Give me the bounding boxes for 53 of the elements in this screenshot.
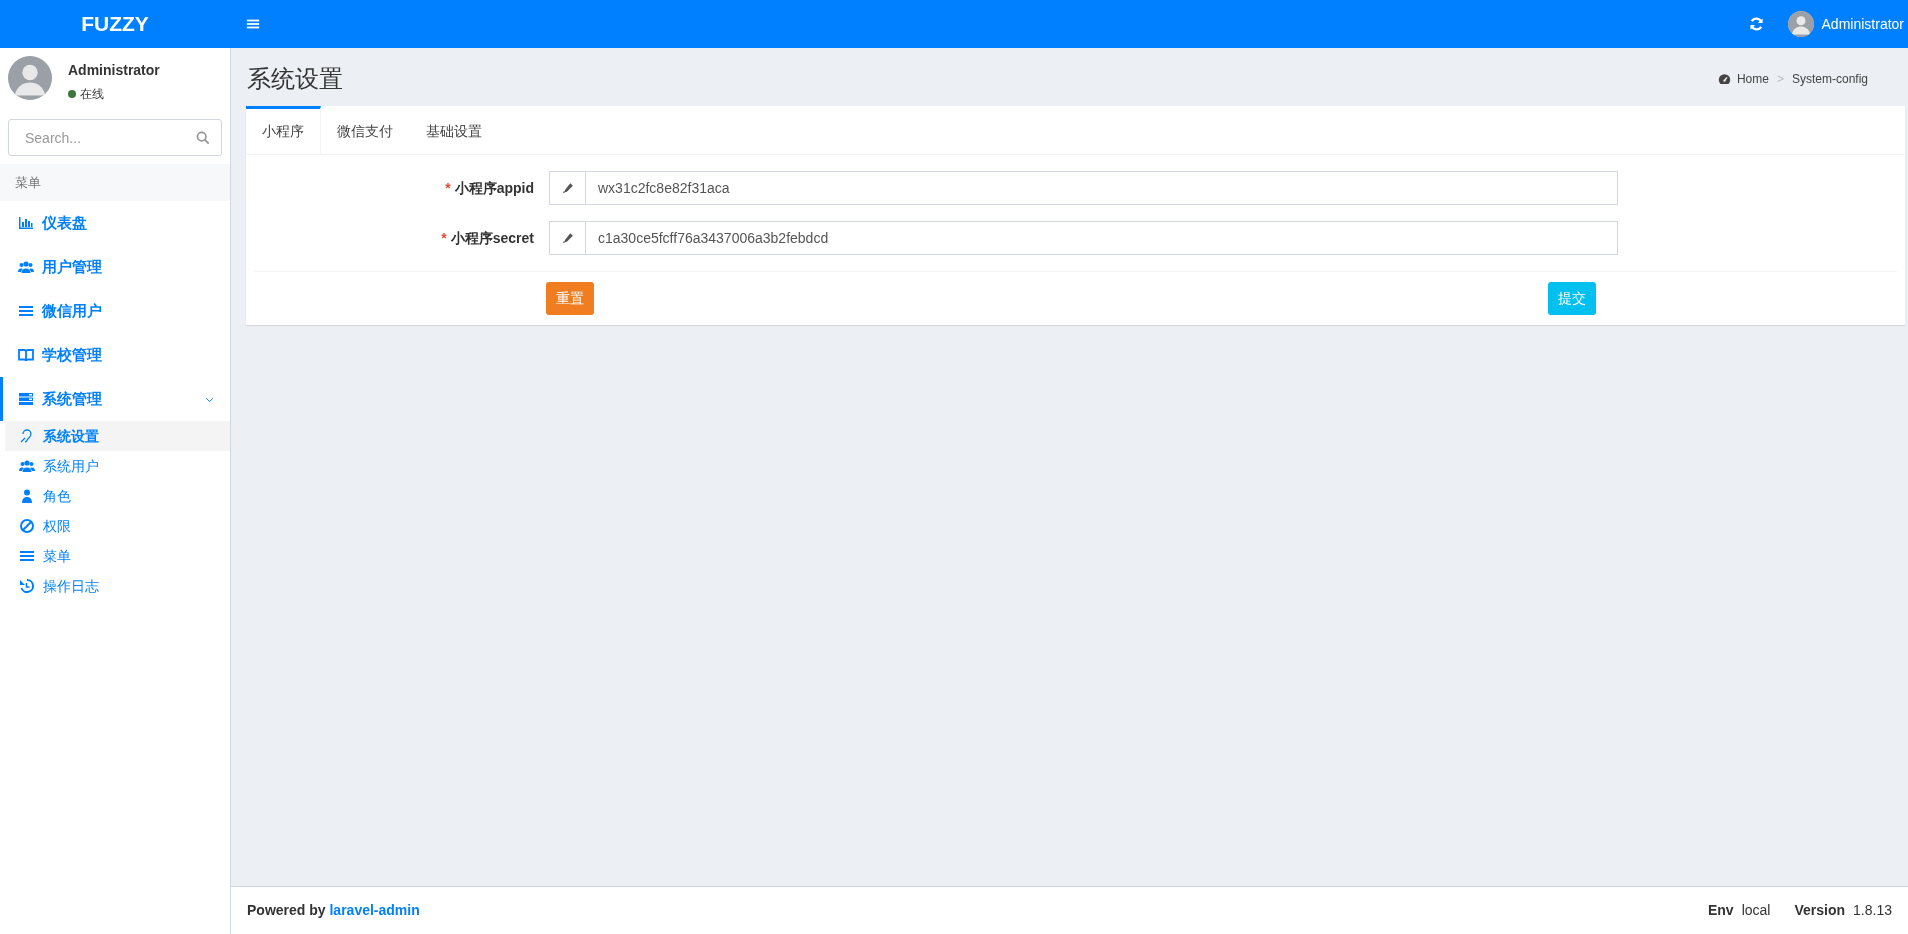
submenu-item[interactable]: 角色 bbox=[5, 481, 230, 512]
submenu-item[interactable]: 操作日志 bbox=[5, 571, 230, 602]
ban-icon bbox=[19, 518, 35, 535]
users-icon bbox=[18, 259, 34, 276]
search-icon bbox=[196, 130, 210, 147]
bar-chart-icon bbox=[18, 215, 34, 232]
users-icon bbox=[19, 458, 35, 475]
ear-icon bbox=[19, 428, 35, 445]
status-dot bbox=[68, 90, 76, 99]
book-icon bbox=[18, 347, 34, 364]
avatar-icon bbox=[8, 56, 52, 100]
breadcrumb-link[interactable]: Home bbox=[1717, 70, 1769, 88]
user-name: Administrator bbox=[68, 61, 160, 80]
page-title: 系统设置 bbox=[247, 64, 343, 94]
history-icon bbox=[19, 578, 35, 595]
user-menu[interactable]: Administrator bbox=[1787, 11, 1904, 37]
status-text: 在线 bbox=[80, 86, 104, 103]
required-mark: * bbox=[441, 228, 447, 248]
server-icon bbox=[18, 391, 34, 408]
menu-header: 菜单 bbox=[0, 164, 230, 202]
submenu-item[interactable]: 系统设置 bbox=[5, 421, 230, 452]
submenu-item[interactable]: 权限 bbox=[5, 511, 230, 542]
sidebar-item[interactable]: 微信用户 bbox=[0, 289, 230, 334]
env-label: Env bbox=[1708, 901, 1734, 920]
env-value: local bbox=[1741, 901, 1771, 920]
submenu-item[interactable]: 菜单 bbox=[5, 541, 230, 572]
search-field[interactable]: Search... bbox=[8, 119, 222, 157]
refresh-button[interactable] bbox=[1748, 16, 1764, 32]
tab[interactable]: 小程序 bbox=[246, 106, 321, 154]
pencil-icon bbox=[561, 232, 574, 244]
breadcrumb-separator: > bbox=[1776, 71, 1784, 88]
breadcrumb-current: System-config bbox=[1791, 71, 1868, 88]
version-value: 1.8.13 bbox=[1853, 901, 1892, 920]
version-label: Version bbox=[1794, 901, 1846, 920]
avatar-icon bbox=[1787, 11, 1814, 37]
user-icon bbox=[19, 488, 35, 505]
sidebar-item[interactable]: 学校管理 bbox=[0, 333, 230, 378]
refresh-icon bbox=[1748, 16, 1764, 32]
laravel-admin-link[interactable]: laravel-admin bbox=[329, 902, 420, 918]
dashboard-icon bbox=[1717, 71, 1731, 87]
sidebar-item[interactable]: 用户管理 bbox=[0, 245, 230, 290]
app-logo: FUZZY bbox=[80, 11, 150, 38]
submenu-item[interactable]: 系统用户 bbox=[5, 451, 230, 482]
tab[interactable]: 微信支付 bbox=[321, 106, 410, 154]
field-label: 小程序secret bbox=[450, 228, 534, 248]
pencil-icon bbox=[561, 182, 574, 194]
sidebar-item[interactable]: 仪表盘 bbox=[0, 201, 230, 246]
required-mark: * bbox=[445, 178, 451, 198]
submit-button[interactable]: 提交 bbox=[1548, 282, 1596, 315]
reset-button[interactable]: 重置 bbox=[546, 282, 594, 315]
footer-credit: Powered by laravel-admin bbox=[247, 901, 420, 920]
tab[interactable]: 基础设置 bbox=[410, 106, 499, 154]
field-label: 小程序appid bbox=[454, 178, 534, 198]
